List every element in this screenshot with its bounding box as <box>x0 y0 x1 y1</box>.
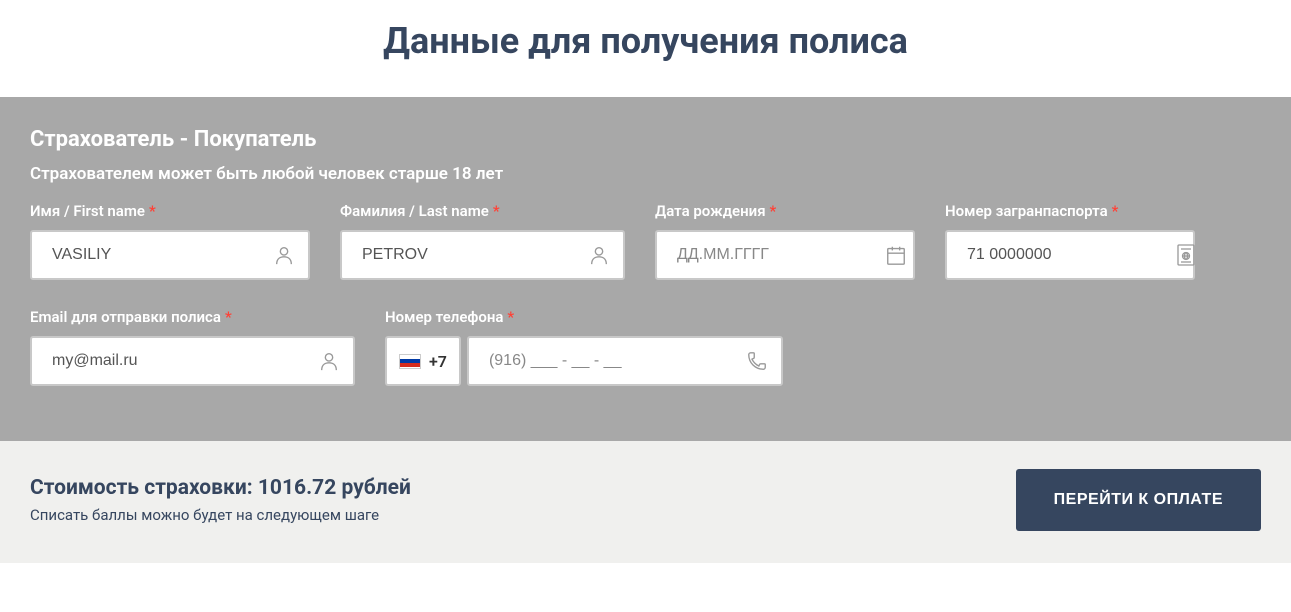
first-name-input-wrapper[interactable] <box>30 230 310 280</box>
phone-input-group: +7 <box>385 336 783 386</box>
phone-prefix[interactable]: +7 <box>385 336 461 386</box>
passport-label: Номер загранпаспорта* <box>945 202 1195 220</box>
last-name-group: Фамилия / Last name* <box>340 202 625 280</box>
flag-icon <box>399 354 421 369</box>
phone-input[interactable] <box>489 352 745 370</box>
first-name-label: Имя / First name* <box>30 202 310 220</box>
first-name-label-text: Имя / First name <box>30 202 145 220</box>
last-name-input-wrapper[interactable] <box>340 230 625 280</box>
cost-value: 1016.72 <box>258 476 336 500</box>
passport-group: Номер загранпаспорта* <box>945 202 1195 280</box>
first-name-group: Имя / First name* <box>30 202 310 280</box>
footer-left: Стоимость страховки: 1016.72 рублей Спис… <box>30 476 411 524</box>
person-icon <box>317 349 341 373</box>
person-icon <box>272 243 296 267</box>
required-asterisk: * <box>507 308 514 326</box>
cost-note: Списать баллы можно будет на следующем ш… <box>30 506 411 524</box>
pay-button[interactable]: ПЕРЕЙТИ К ОПЛАТЕ <box>1016 469 1261 531</box>
required-asterisk: * <box>770 202 777 220</box>
section-title: Страхователь - Покупатель <box>30 127 1261 152</box>
birth-date-label-text: Дата рождения <box>655 202 766 220</box>
first-name-input[interactable] <box>52 246 272 264</box>
passport-label-text: Номер загранпаспорта <box>945 202 1108 220</box>
passport-input-wrapper[interactable] <box>945 230 1195 280</box>
cost-currency: рублей <box>342 476 411 500</box>
page-title: Данные для получения полиса <box>0 0 1291 97</box>
section-subtitle: Страхователем может быть любой человек с… <box>30 164 1261 184</box>
form-row-2: Email для отправки полиса* Номер телефон… <box>30 308 1261 386</box>
cost-line: Стоимость страховки: 1016.72 рублей <box>30 476 411 500</box>
form-row-1: Имя / First name* Фамилия / Last name* <box>30 202 1261 280</box>
birth-date-input-wrapper[interactable] <box>655 230 915 280</box>
phone-icon <box>745 349 769 373</box>
email-label-text: Email для отправки полиса <box>30 308 221 326</box>
birth-date-group: Дата рождения* <box>655 202 915 280</box>
email-input[interactable] <box>52 352 317 370</box>
email-label: Email для отправки полиса* <box>30 308 355 326</box>
last-name-label-text: Фамилия / Last name <box>340 202 489 220</box>
footer: Стоимость страховки: 1016.72 рублей Спис… <box>0 441 1291 563</box>
email-input-wrapper[interactable] <box>30 336 355 386</box>
phone-label: Номер телефона* <box>385 308 783 326</box>
email-group: Email для отправки полиса* <box>30 308 355 386</box>
passport-input[interactable] <box>967 246 1174 264</box>
birth-date-label: Дата рождения* <box>655 202 915 220</box>
required-asterisk: * <box>1112 202 1119 220</box>
last-name-input[interactable] <box>362 246 587 264</box>
calendar-icon[interactable] <box>884 243 908 267</box>
phone-group: Номер телефона* +7 <box>385 308 783 386</box>
required-asterisk: * <box>493 202 500 220</box>
required-asterisk: * <box>225 308 232 326</box>
last-name-label: Фамилия / Last name* <box>340 202 625 220</box>
phone-prefix-text: +7 <box>429 352 447 371</box>
phone-input-wrapper[interactable] <box>467 336 783 386</box>
phone-label-text: Номер телефона <box>385 308 503 326</box>
passport-icon <box>1174 243 1198 267</box>
form-section: Страхователь - Покупатель Страхователем … <box>0 97 1291 441</box>
required-asterisk: * <box>149 202 156 220</box>
birth-date-input[interactable] <box>677 246 884 264</box>
person-icon <box>587 243 611 267</box>
cost-label: Стоимость страховки: <box>30 476 253 500</box>
